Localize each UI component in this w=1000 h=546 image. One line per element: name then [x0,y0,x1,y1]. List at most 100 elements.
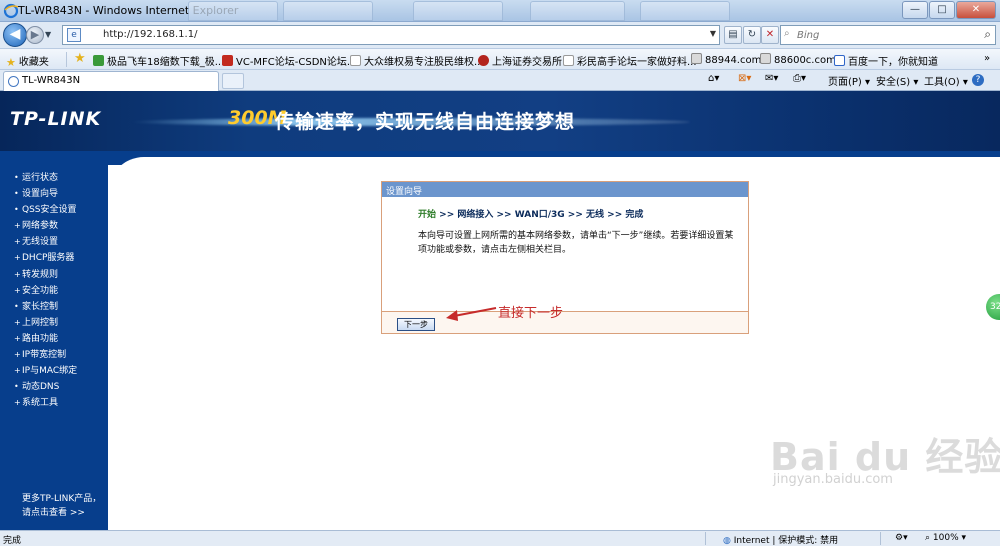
status-text: 完成 [3,536,22,546]
maximize-button[interactable]: □ [929,1,955,19]
nav-item-routing[interactable]: +路由功能 [14,331,77,347]
zoom-icon: ⌕ [925,533,931,543]
compatibility-view-icon[interactable]: ▤ [724,26,742,44]
left-navigation: • 运行状态 • 设置向导 • QSS安全设置 +网络参数 +无线设置 +DHCP服务… [0,151,108,530]
search-provider-icon: ⌕ [784,28,790,39]
nav-item-bandwidth[interactable]: +IP带宽控制 [14,347,77,363]
page-viewport: TP-LINK 300M 传输速率，实现无线自由连接梦想 • 运行状态 • 设置向导… [0,91,1000,530]
protected-mode-icon[interactable]: ⚙▾ [895,533,908,543]
search-icon[interactable]: ⌕ [984,27,991,42]
star-icon: ★ [6,56,16,69]
read-mail-icon[interactable]: ✉▾ [765,73,778,84]
close-button[interactable]: ✕ [956,1,996,19]
nav-item-dhcp[interactable]: +DHCP服务器 [14,250,77,266]
wizard-title: 设置向导 [382,182,748,197]
address-toolbar: ◀ ▶ ▼ e http://192.168.1.1/ ▼ ▤ ↻ ✕ ⌕ ⌕ [0,22,1000,48]
search-box[interactable]: ⌕ ⌕ [780,25,996,45]
tab-tl-wr843n[interactable]: TL-WR843N [3,71,219,91]
background-window-tab[interactable] [640,1,730,21]
site-icon [350,55,361,66]
page-icon: e [67,28,81,42]
back-button[interactable]: ◀ [3,23,27,47]
minimize-button[interactable]: — [902,1,928,19]
zoom-label: 100% [932,533,959,543]
forward-button[interactable]: ▶ [26,26,44,44]
favorite-label: 上海证券交易所 [492,57,562,68]
print-icon[interactable]: ⎙▾ [793,73,806,84]
nav-item-qss[interactable]: • QSS安全设置 [14,202,77,218]
search-input[interactable] [797,28,967,42]
annotation-text: 直接下一步 [498,306,564,321]
favorite-link[interactable]: VC-MFC论坛-CSDN论坛... [222,53,356,68]
wizard-step-rest: >> 网络接入 >> WAN口/3G >> 无线 >> 完成 [436,210,644,220]
favorite-link[interactable]: 上海证券交易所 [478,53,562,68]
site-icon [222,55,233,66]
page-menu[interactable]: 页面(P) ▾ [828,73,870,88]
nav-item-label: 系统工具 [22,398,59,409]
nav-item-ip-mac-binding[interactable]: +IP与MAC绑定 [14,363,77,379]
address-url[interactable]: http://192.168.1.1/ [103,29,197,40]
feeds-icon[interactable]: ⊠▾ [738,73,751,84]
next-button[interactable]: 下一步 [397,318,435,331]
favorite-link[interactable]: 彩民高手论坛一家做好料... [563,53,697,68]
address-bar[interactable]: e http://192.168.1.1/ ▼ [62,25,720,45]
background-window-tab[interactable] [413,1,503,21]
more-favorites-icon[interactable]: » [984,53,990,64]
site-icon [834,55,845,66]
favorites-button[interactable]: ★ 收藏夹 [6,53,49,69]
more-products-line1: 更多TP-LINK产品， [22,494,102,504]
nav-item-access-control[interactable]: +上网控制 [14,315,77,331]
history-dropdown-icon[interactable]: ▼ [45,30,51,39]
more-products-link[interactable]: 更多TP-LINK产品， 请点击查看 >> [22,492,101,520]
nav-item-wireless[interactable]: +无线设置 [14,234,77,250]
refresh-icon[interactable]: ↻ [743,26,761,44]
site-icon [93,55,104,66]
favorite-link[interactable]: 百度一下，你就知道 [834,53,938,68]
nav-item-setup-wizard[interactable]: • 设置向导 [14,186,77,202]
safety-menu-label: 安全(S) [876,77,911,88]
window-titlebar: TL-WR843N - Windows Internet Explorer — … [0,0,1000,22]
favorite-link[interactable]: 88600c.com- [760,53,839,66]
wizard-footer: 下一步 [382,311,748,333]
zoom-level[interactable]: ⌕ 100% ▾ [925,533,966,543]
favorite-label: 极品飞车18缩数下载_极... [107,57,225,68]
favorite-label: 大众维权易专注股民维权... [364,57,484,68]
nav-item-ddns[interactable]: • 动态DNS [14,379,77,395]
wizard-description: 本向导可设置上网所需的基本网络参数，请单击“下一步”继续。若要详细设置某项功能或… [418,231,734,255]
ie-icon [3,3,19,19]
new-tab-button[interactable] [222,73,244,89]
banner-slogan: 传输速率，实现无线自由连接梦想 [275,111,576,133]
stop-icon[interactable]: ✕ [761,26,779,44]
tplink-banner: TP-LINK 300M 传输速率，实现无线自由连接梦想 [0,91,1000,151]
add-favorite-icon[interactable]: ★ [74,51,86,66]
nav-item-security[interactable]: +安全功能 [14,283,77,299]
nav-item-forwarding[interactable]: +转发规则 [14,267,77,283]
nav-item-system-tools[interactable]: +系统工具 [14,395,77,411]
site-icon [478,55,489,66]
security-zone[interactable]: ◍ Internet | 保护模式: 禁用 [723,533,838,546]
tab-label: TL-WR843N [22,75,81,86]
favorite-link[interactable]: 大众维权易专注股民维权... [350,53,484,68]
background-window-tab[interactable] [188,1,278,21]
nav-item-parental[interactable]: • 家长控制 [14,299,77,315]
annotation-arrow-icon [446,307,497,321]
favorite-label: 彩民高手论坛一家做好料... [577,57,697,68]
nav-item-label: QSS安全设置 [22,205,77,216]
background-window-tab[interactable] [530,1,625,21]
safety-menu[interactable]: 安全(S) ▾ [876,73,918,88]
favorites-label: 收藏夹 [18,57,49,68]
favorite-link[interactable]: 极品飞车18缩数下载_极... [93,53,224,68]
nav-item-network[interactable]: +网络参数 [14,218,77,234]
chevron-down-icon[interactable]: ▼ [710,29,716,38]
nav-item-label: 路由功能 [22,333,59,344]
nav-item-label: 设置向导 [22,189,59,200]
tools-menu[interactable]: 工具(O) ▾ [924,73,968,88]
nav-item-label: 上网控制 [22,317,59,328]
home-icon[interactable]: ⌂▾ [708,73,719,84]
nav-item-status[interactable]: • 运行状态 [14,170,77,186]
favorite-link[interactable]: 88944.com- [691,53,765,66]
background-window-tab[interactable] [283,1,373,21]
help-icon[interactable]: ? [972,74,984,86]
more-products-line2: 请点击查看 >> [22,508,85,518]
nav-item-label: 动态DNS [22,382,60,393]
